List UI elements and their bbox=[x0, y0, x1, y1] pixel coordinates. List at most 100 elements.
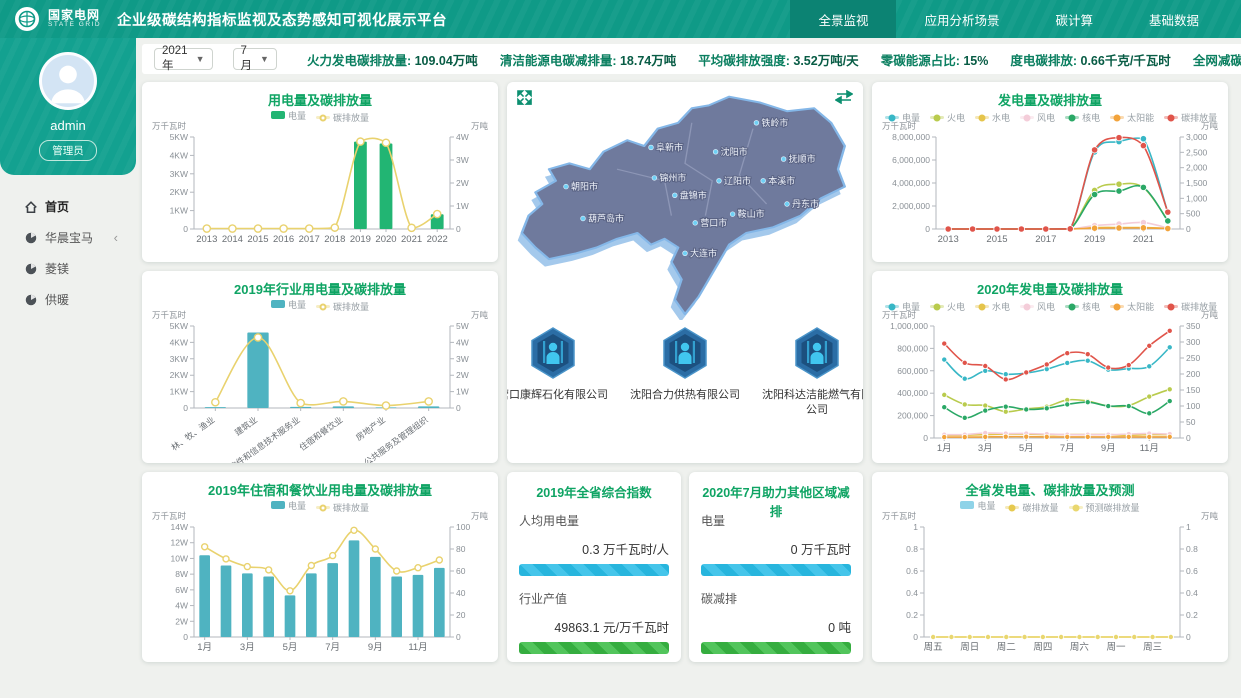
card-industry-2019: 2019年行业用电量及碳排放量 电量碳排放量 万千瓦时万吨01KW2KW3KW4… bbox=[142, 271, 498, 463]
svg-text:0: 0 bbox=[913, 632, 918, 642]
svg-text:万吨: 万吨 bbox=[471, 121, 489, 131]
top-nav-item-3[interactable]: 基础数据 bbox=[1121, 0, 1227, 38]
top-nav-item-1[interactable]: 应用分析场景 bbox=[896, 0, 1027, 38]
legend-item[interactable]: 电量 bbox=[271, 109, 306, 122]
svg-text:300: 300 bbox=[1186, 337, 1200, 347]
svg-text:万千瓦时: 万千瓦时 bbox=[882, 121, 917, 131]
month-select[interactable]: 7月 ▼ bbox=[233, 48, 277, 70]
svg-text:万吨: 万吨 bbox=[1201, 121, 1219, 131]
legend-item[interactable]: 核电 bbox=[1065, 111, 1100, 124]
svg-text:100: 100 bbox=[1186, 401, 1200, 411]
svg-text:0: 0 bbox=[183, 632, 188, 642]
svg-text:2015: 2015 bbox=[986, 234, 1007, 245]
svg-text:250: 250 bbox=[1186, 353, 1200, 363]
top-nav-item-2[interactable]: 碳计算 bbox=[1027, 0, 1121, 38]
card-forecast: 全省发电量、碳排放量及预测 电量碳排放量预测碳排放量 万千瓦时万吨00.20.4… bbox=[872, 472, 1228, 662]
legend-item[interactable]: 电量 bbox=[271, 499, 306, 512]
company-item-1[interactable]: 沈阳合力供热有限公司 bbox=[630, 327, 740, 418]
svg-text:1,000: 1,000 bbox=[1186, 193, 1208, 203]
metric-value: 49863.1 元/万千瓦时 bbox=[519, 617, 669, 636]
legend-item[interactable]: 风电 bbox=[1020, 111, 1055, 124]
top-nav-item-0[interactable]: 全景监视 bbox=[790, 0, 896, 38]
legend-item[interactable]: 水电 bbox=[975, 111, 1010, 124]
legend-label: 碳排放量 bbox=[333, 501, 369, 514]
sidebar-item-0[interactable]: 首页 bbox=[0, 191, 136, 222]
liaoning-map[interactable]: 铁岭市阜新市沈阳市抚顺市锦州市辽阳市本溪市朝阳市盘锦市丹东市鞍山市葫芦岛市营口市… bbox=[515, 88, 855, 320]
company-item-0[interactable]: 营口康辉石化有限公司 bbox=[507, 327, 608, 418]
svg-text:60: 60 bbox=[456, 566, 466, 576]
panel-title: 2019年全省综合指数 bbox=[519, 480, 669, 498]
legend-item[interactable]: 预测碳排放量 bbox=[1069, 501, 1140, 514]
chevron-down-icon: ▼ bbox=[196, 54, 205, 64]
legend: 电量碳排放量 bbox=[150, 106, 490, 119]
legend: 电量碳排放量预测碳排放量 bbox=[880, 496, 1220, 509]
svg-text:4W: 4W bbox=[456, 337, 469, 347]
legend-line bbox=[316, 116, 330, 119]
svg-text:40: 40 bbox=[456, 588, 466, 598]
svg-text:4W: 4W bbox=[175, 601, 188, 611]
legend-label: 碳排放量 bbox=[1022, 501, 1058, 514]
legend: 电量碳排放量 bbox=[150, 496, 490, 509]
legend-label: 电量 bbox=[288, 298, 306, 311]
svg-text:11月: 11月 bbox=[1140, 443, 1159, 454]
legend-line bbox=[1110, 305, 1124, 308]
sidebar-menu: 首页华晨宝马‹菱镁供暖 bbox=[0, 175, 136, 315]
svg-text:5月: 5月 bbox=[1019, 443, 1034, 454]
brand-name: 国家电网 bbox=[48, 9, 101, 22]
card-title: 2020年发电量及碳排放量 bbox=[880, 277, 1220, 295]
company-item-2[interactable]: 沈阳科达洁能燃气有限公司 bbox=[762, 327, 863, 418]
sidebar-item-2[interactable]: 菱镁 bbox=[0, 253, 136, 284]
svg-text:1月: 1月 bbox=[937, 443, 952, 454]
svg-text:万千瓦时: 万千瓦时 bbox=[152, 310, 187, 320]
stat-value: 109.04万吨 bbox=[415, 54, 478, 68]
legend-item[interactable]: 碳排放量 bbox=[316, 300, 369, 313]
svg-text:0.2: 0.2 bbox=[906, 610, 918, 620]
legend-item[interactable]: 碳排放量 bbox=[316, 111, 369, 124]
legend-item[interactable]: 核电 bbox=[1065, 300, 1100, 313]
card-provincial-index: 2019年全省综合指数 人均用电量 0.3 万千瓦时/人 行业产值 49863.… bbox=[507, 472, 681, 662]
map-city-葫芦岛市[interactable]: 葫芦岛市 bbox=[581, 213, 624, 224]
metric-per-capita: 人均用电量 0.3 万千瓦时/人 bbox=[519, 512, 669, 576]
year-select[interactable]: 2021年 ▼ bbox=[154, 48, 213, 70]
card-title: 全省发电量、碳排放量及预测 bbox=[880, 478, 1220, 496]
fullscreen-icon[interactable] bbox=[517, 90, 532, 110]
legend-item[interactable]: 太阳能 bbox=[1110, 300, 1154, 313]
stat-item-5: 全网减碳量: 18.74吨 bbox=[1193, 50, 1241, 69]
username: admin bbox=[0, 118, 136, 133]
svg-text:5W: 5W bbox=[456, 321, 469, 331]
svg-text:1KW: 1KW bbox=[170, 387, 188, 397]
legend-item[interactable]: 太阳能 bbox=[1110, 111, 1154, 124]
svg-text:1W: 1W bbox=[456, 201, 469, 211]
legend-item[interactable]: 风电 bbox=[1020, 300, 1055, 313]
legend-item[interactable]: 碳排放量 bbox=[1005, 501, 1058, 514]
svg-text:1: 1 bbox=[1186, 522, 1191, 532]
metric-label: 碳减排 bbox=[701, 590, 851, 607]
card-generation-co2: 发电量及碳排放量 电量火电水电风电核电太阳能碳排放量 万千瓦时万吨02,000,… bbox=[872, 82, 1228, 262]
progress-bar bbox=[519, 564, 669, 576]
legend-item[interactable]: 电量 bbox=[960, 499, 995, 512]
svg-text:万千瓦时: 万千瓦时 bbox=[152, 121, 187, 131]
chart-usage-co2: 万千瓦时万吨01KW2KW3KW4KW5KW01W2W3W4W201320142… bbox=[150, 119, 490, 249]
legend-label: 核电 bbox=[1082, 300, 1100, 313]
avatar[interactable] bbox=[39, 52, 97, 110]
legend-swatch bbox=[271, 300, 285, 308]
legend-item[interactable]: 水电 bbox=[975, 300, 1010, 313]
pie-icon bbox=[24, 231, 38, 245]
sidebar-item-1[interactable]: 华晨宝马‹ bbox=[0, 222, 136, 253]
card-regional-reduction: 2020年7月助力其他区域减排 电量 0 万千瓦时 碳减排 0 吨 bbox=[689, 472, 863, 662]
legend-line bbox=[975, 305, 989, 308]
svg-text:2021: 2021 bbox=[401, 234, 422, 245]
svg-text:1: 1 bbox=[913, 522, 918, 532]
svg-text:3KW: 3KW bbox=[170, 354, 188, 364]
sidebar-item-3[interactable]: 供暖 bbox=[0, 284, 136, 315]
swap-icon[interactable] bbox=[835, 90, 853, 109]
svg-text:400,000: 400,000 bbox=[897, 388, 928, 398]
svg-text:8,000,000: 8,000,000 bbox=[892, 132, 930, 142]
legend-item[interactable]: 碳排放量 bbox=[316, 501, 369, 514]
legend-item[interactable]: 火电 bbox=[930, 111, 965, 124]
legend-item[interactable]: 电量 bbox=[271, 298, 306, 311]
svg-text:2,000,000: 2,000,000 bbox=[892, 201, 930, 211]
legend-item[interactable]: 火电 bbox=[930, 300, 965, 313]
svg-text:万千瓦时: 万千瓦时 bbox=[882, 511, 917, 521]
legend-line bbox=[316, 305, 330, 308]
